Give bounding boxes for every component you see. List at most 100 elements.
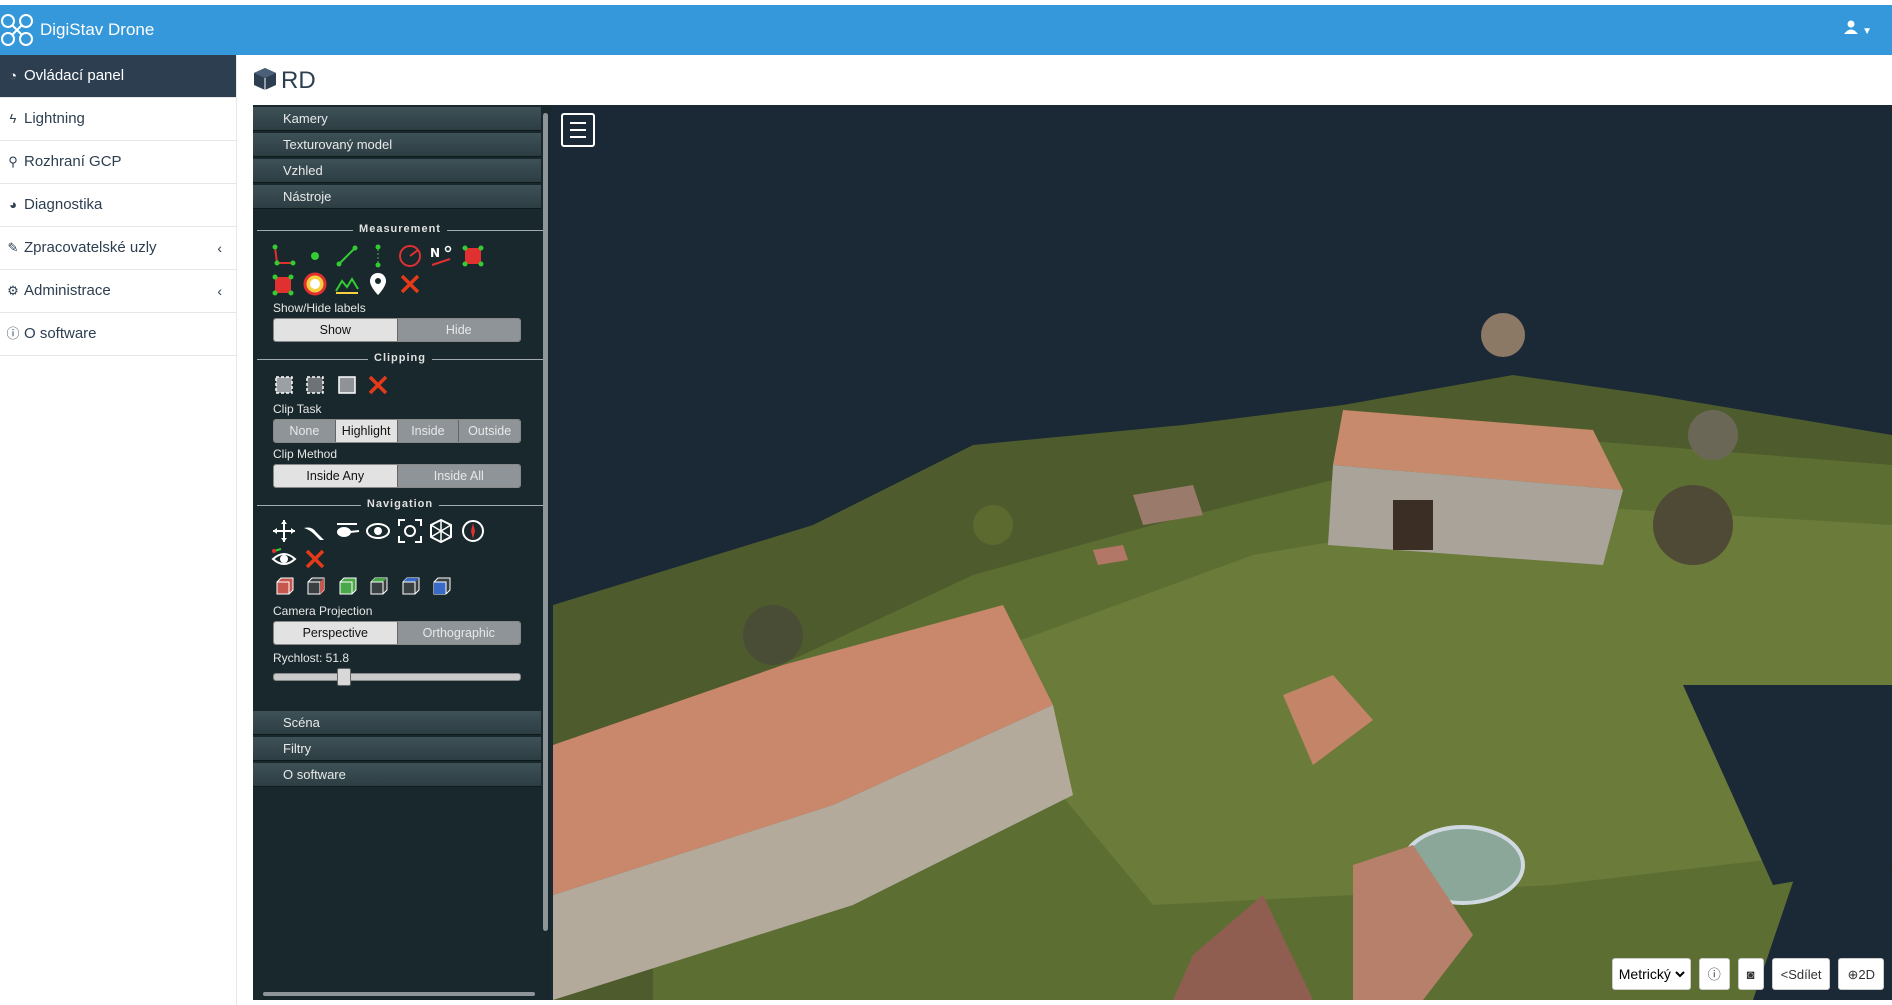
speed-slider-handle[interactable] xyxy=(337,668,352,686)
toggle-sidebar-button[interactable] xyxy=(561,113,595,147)
orthographic-button[interactable]: Orthographic xyxy=(397,622,520,644)
clip-box-icon[interactable] xyxy=(302,372,328,398)
panel-horizontal-scrollbar[interactable] xyxy=(263,992,535,996)
helicopter-controls-icon[interactable] xyxy=(334,518,360,544)
section-clipping: Clipping xyxy=(257,352,543,366)
navigation-cube-icon[interactable] xyxy=(428,518,454,544)
bolt-icon: ϟ xyxy=(9,111,17,126)
angle-measure-icon[interactable] xyxy=(271,243,297,269)
info-button[interactable]: ⓘ xyxy=(1698,958,1730,990)
section-title: Navigation xyxy=(360,498,440,510)
accordion-tools[interactable]: Nástroje xyxy=(253,185,541,209)
distance-measure-icon[interactable] xyxy=(334,243,360,269)
top-view-icon[interactable] xyxy=(334,574,360,600)
remove-measurements-icon[interactable] xyxy=(397,271,423,297)
accordion-appearance[interactable]: Vzhled xyxy=(253,159,541,183)
share-button[interactable]: <Sdílet xyxy=(1771,958,1831,990)
viewer-toolbar: Metrický ⓘ ◙ <Sdílet ⊕2D xyxy=(1611,958,1884,990)
remove-clipping-icon[interactable] xyxy=(365,372,391,398)
section-navigation: Navigation xyxy=(257,498,543,512)
sidebar-item-dashboard[interactable]: ◔ Ovládací panel xyxy=(0,55,236,98)
accordion-textured-model[interactable]: Texturovaný model xyxy=(253,133,541,157)
clip-method-inside-any-button[interactable]: Inside Any xyxy=(274,465,398,487)
left-view-icon[interactable] xyxy=(271,574,297,600)
screenshot-button[interactable]: ◙ xyxy=(1737,958,1764,990)
clipping-tools xyxy=(253,370,551,398)
top-navbar: DigiStav Drone ▼ xyxy=(0,5,1892,55)
sidebar-item-diagnostics[interactable]: ◕ Diagnostika xyxy=(0,184,236,227)
earth-controls-icon[interactable] xyxy=(271,518,297,544)
camera-projection-group: Perspective Orthographic xyxy=(273,621,521,645)
remove-navigation-icon[interactable] xyxy=(302,546,328,572)
speed-label: Rychlost: 51.8 xyxy=(273,651,350,665)
menu-bar xyxy=(570,129,586,131)
bottom-view-icon[interactable] xyxy=(428,574,454,600)
sidebar-item-administration[interactable]: ⚙ Administrace ‹ xyxy=(0,270,236,313)
app-title[interactable]: DigiStav Drone xyxy=(40,5,154,55)
info-icon: ⓘ xyxy=(6,326,20,341)
circle-measure-icon[interactable] xyxy=(397,243,423,269)
units-select-wrapper: Metrický xyxy=(1611,958,1691,990)
sidebar-item-label: O software xyxy=(24,325,97,342)
clip-task-highlight-button[interactable]: Highlight xyxy=(335,420,398,442)
back-view-icon[interactable] xyxy=(365,574,391,600)
user-icon xyxy=(1844,20,1859,34)
right-view-icon[interactable] xyxy=(397,574,423,600)
units-select[interactable]: Metrický xyxy=(1614,959,1688,989)
height-measure-icon[interactable] xyxy=(365,243,391,269)
camera-animation-icon[interactable] xyxy=(271,546,297,572)
clip-polygon-icon[interactable] xyxy=(271,372,297,398)
gears-icon: ⚙ xyxy=(7,283,19,298)
area-measure-icon[interactable] xyxy=(460,243,486,269)
accordion-scene[interactable]: Scéna xyxy=(253,711,541,735)
user-menu[interactable]: ▼ xyxy=(1844,20,1872,37)
azimuth-measure-icon[interactable]: N xyxy=(428,243,454,269)
volume-measure-icon[interactable] xyxy=(271,271,297,297)
point-cloud-viewer[interactable]: Kamery Texturovaný model Vzhled Nástroje… xyxy=(253,105,1892,1000)
accordion-filters[interactable]: Filtry xyxy=(253,737,541,761)
sidebar-item-about[interactable]: ⓘ O software xyxy=(0,313,236,356)
clip-task-none-button[interactable]: None xyxy=(274,420,336,442)
clip-method-inside-all-button[interactable]: Inside All xyxy=(397,465,520,487)
view-2d-button[interactable]: ⊕2D xyxy=(1838,958,1884,990)
show-labels-button[interactable]: Show xyxy=(274,319,398,341)
focus-view-icon[interactable] xyxy=(397,518,423,544)
measurement-tools: N xyxy=(253,241,551,297)
accordion-about[interactable]: O software xyxy=(253,763,541,787)
fly-controls-icon[interactable] xyxy=(302,518,328,544)
sidebar-item-label: Ovládací panel xyxy=(24,67,125,84)
height-profile-icon[interactable] xyxy=(334,271,360,297)
section-title: Clipping xyxy=(368,352,432,364)
sidebar-item-gcp[interactable]: ⚲ Rozhraní GCP xyxy=(0,141,236,184)
sphere-volume-icon[interactable] xyxy=(302,271,328,297)
clip-task-caption: Clip Task xyxy=(273,402,322,416)
clip-volume-icon[interactable] xyxy=(334,372,360,398)
sidebar-item-label: Lightning xyxy=(24,110,85,127)
orbit-controls-icon[interactable] xyxy=(365,518,391,544)
sidebar: ◔ Ovládací panel ϟ Lightning ⚲ Rozhraní GCP… xyxy=(0,55,237,1005)
camera-icon: ◙ xyxy=(1746,967,1755,982)
clip-method-caption: Clip Method xyxy=(273,447,338,461)
share-label: Sdílet xyxy=(1788,967,1822,982)
clip-method-group: Inside Any Inside All xyxy=(273,464,521,488)
point-measure-icon[interactable] xyxy=(302,243,328,269)
speed-slider[interactable] xyxy=(273,668,521,686)
panel-vertical-scrollbar[interactable] xyxy=(543,113,548,931)
sidebar-item-processing-nodes[interactable]: ✎ Zpracovatelské uzly ‹ xyxy=(0,227,236,270)
front-view-icon[interactable] xyxy=(302,574,328,600)
perspective-button[interactable]: Perspective xyxy=(274,622,398,644)
svg-text:N: N xyxy=(430,246,440,260)
wrench-icon: ✎ xyxy=(7,240,19,255)
dashboard-icon: ◔ xyxy=(9,68,17,83)
globe-icon: ⊕ xyxy=(1847,967,1859,982)
compass-icon[interactable] xyxy=(460,518,486,544)
menu-bar xyxy=(570,136,586,138)
clip-task-inside-button[interactable]: Inside xyxy=(397,420,460,442)
clip-task-outside-button[interactable]: Outside xyxy=(459,420,520,442)
hide-labels-button[interactable]: Hide xyxy=(397,319,520,341)
sidebar-item-lightning[interactable]: ϟ Lightning xyxy=(0,98,236,141)
accordion-cameras[interactable]: Kamery xyxy=(253,107,541,131)
annotation-marker-icon[interactable] xyxy=(365,271,391,297)
section-title: Measurement xyxy=(353,223,447,235)
show-hide-labels-caption: Show/Hide labels xyxy=(273,301,366,315)
